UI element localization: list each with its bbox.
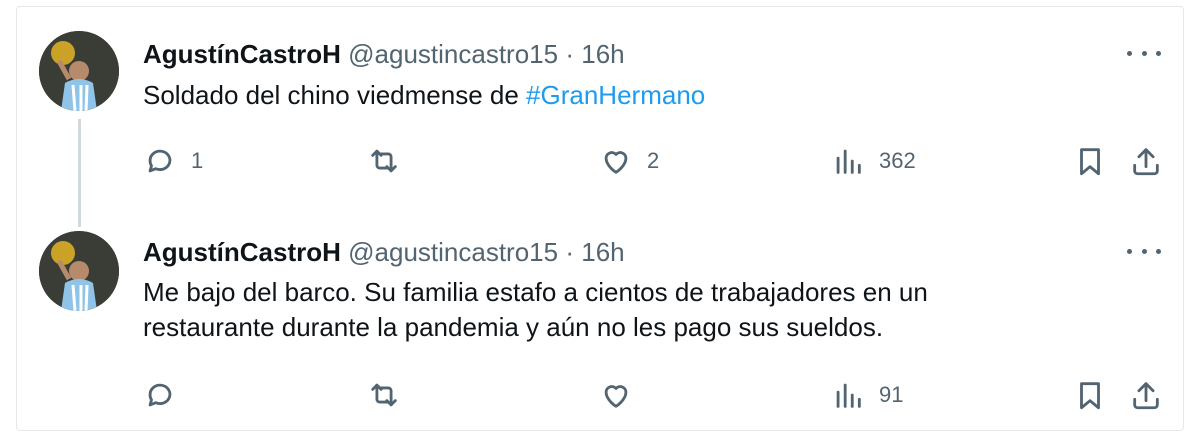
tweet-text-line: Me bajo del barco. Su familia estafo a c…: [143, 277, 928, 307]
separator-dot: ·: [565, 237, 575, 267]
thread-connector-line: [78, 119, 81, 227]
retweet-button[interactable]: [367, 141, 415, 181]
views-button[interactable]: 91: [831, 375, 903, 415]
action-bar: 1 2 362: [143, 141, 1163, 181]
share-icon: [1133, 382, 1159, 410]
tweet-text-plain: Soldado del chino viedmense de: [143, 80, 527, 110]
like-count: 2: [647, 148, 660, 173]
author-name[interactable]: AgustínCastroH: [143, 39, 341, 69]
like-button[interactable]: [599, 375, 647, 415]
share-button[interactable]: [1129, 375, 1163, 415]
share-icon: [1133, 148, 1159, 176]
tweet-header: AgustínCastroH @agustincastro15 · 16h: [143, 39, 625, 69]
tweet-header: AgustínCastroH @agustincastro15 · 16h: [143, 237, 625, 267]
reply-button[interactable]: 1: [143, 141, 203, 181]
action-bar: 91: [143, 375, 1163, 415]
author-handle[interactable]: @agustincastro15: [348, 237, 558, 267]
retweet-icon: [371, 383, 397, 407]
views-count: 91: [879, 382, 904, 407]
views-button[interactable]: 362: [831, 141, 916, 181]
tweet[interactable]: AgustínCastroH @agustincastro15 · 16h So…: [17, 7, 1183, 227]
reply-button[interactable]: [143, 375, 191, 415]
more-dots-icon[interactable]: [1127, 241, 1161, 261]
views-count: 362: [879, 148, 916, 173]
views-chart-icon: [836, 383, 861, 408]
bookmark-icon: [1080, 382, 1100, 410]
like-button[interactable]: 2: [599, 141, 659, 181]
timestamp[interactable]: 16h: [581, 237, 624, 267]
hashtag-link[interactable]: #GranHermano: [526, 80, 705, 110]
timestamp[interactable]: 16h: [581, 39, 624, 69]
tweet-text: Me bajo del barco. Su familia estafo a c…: [143, 275, 1123, 345]
bookmark-button[interactable]: [1073, 141, 1107, 181]
author-name[interactable]: AgustínCastroH: [143, 237, 341, 267]
retweet-icon: [371, 149, 397, 173]
tweet-text: Soldado del chino viedmense de #GranHerm…: [143, 78, 1123, 113]
bookmark-icon: [1080, 148, 1100, 176]
views-chart-icon: [836, 149, 861, 174]
reply-icon: [148, 149, 172, 173]
author-handle[interactable]: @agustincastro15: [348, 39, 558, 69]
retweet-button[interactable]: [367, 375, 415, 415]
more-dots-icon[interactable]: [1127, 43, 1161, 63]
share-button[interactable]: [1129, 141, 1163, 181]
tweet[interactable]: AgustínCastroH @agustincastro15 · 16h Me…: [17, 221, 1183, 432]
avatar[interactable]: [39, 231, 119, 311]
heart-icon: [604, 385, 628, 408]
reply-icon: [148, 383, 172, 407]
tweet-thread: AgustínCastroH @agustincastro15 · 16h So…: [16, 6, 1184, 431]
reply-count: 1: [191, 148, 204, 173]
avatar[interactable]: [39, 31, 119, 111]
tweet-text-line: restaurante durante la pandemia y aún no…: [143, 312, 884, 342]
heart-icon: [604, 151, 628, 174]
separator-dot: ·: [565, 39, 575, 69]
bookmark-button[interactable]: [1073, 375, 1107, 415]
